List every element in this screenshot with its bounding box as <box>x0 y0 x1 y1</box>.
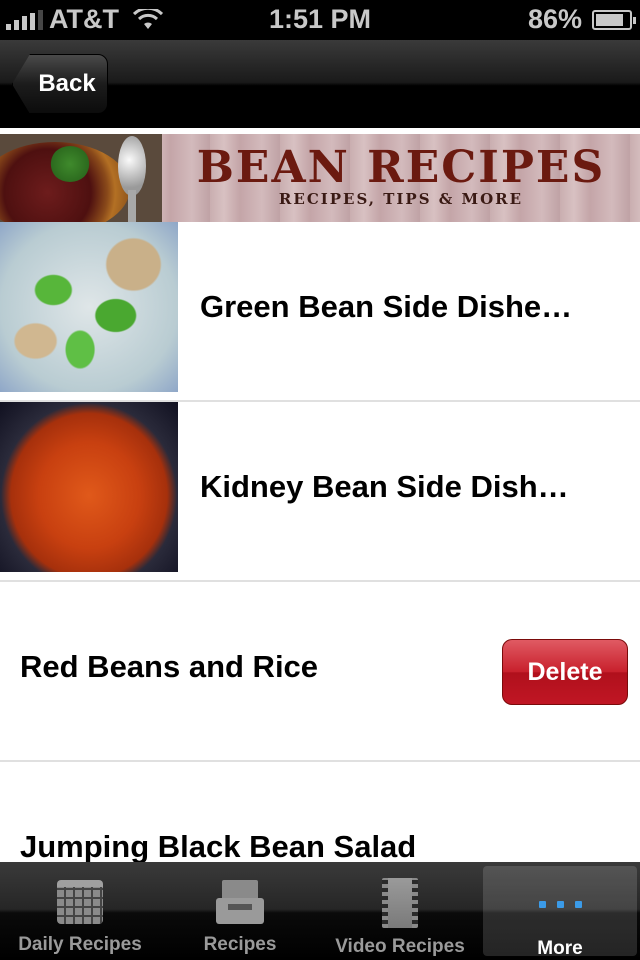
spoon-handle-image <box>128 190 136 222</box>
recipe-list: Green Bean Side Dishe… Kidney Bean Side … <box>0 222 640 942</box>
battery-icon <box>592 9 636 30</box>
film-icon <box>382 878 418 928</box>
tab-bar: Daily Recipes Recipes Video Recipes More <box>0 862 640 960</box>
list-item[interactable]: Kidney Bean Side Dish… <box>0 402 640 582</box>
battery-percent: 86% <box>527 4 582 34</box>
list-item[interactable]: Green Bean Side Dishe… <box>0 222 640 402</box>
kidney-beans-thumbnail <box>0 402 178 572</box>
calendar-icon <box>57 880 103 924</box>
tab-more[interactable]: More <box>483 866 637 959</box>
green-beans-thumbnail <box>0 222 178 392</box>
banner-bowl-photo <box>0 134 162 222</box>
tab-label: Recipes <box>203 934 277 955</box>
status-right: 86% <box>527 4 636 35</box>
list-item[interactable]: Red Beans and Rice Delete <box>0 582 640 762</box>
tray-icon <box>216 880 264 924</box>
herb-garnish-image <box>50 146 90 182</box>
navigation-bar: Back <box>0 40 640 128</box>
tab-label: Daily Recipes <box>18 934 142 955</box>
bean-recipes-banner: BEAN RECIPES RECIPES, TIPS & MORE <box>0 134 640 222</box>
list-item-title: Green Bean Side Dishe… <box>200 289 573 324</box>
more-icon <box>538 878 582 930</box>
banner-subtitle: RECIPES, TIPS & MORE <box>278 190 524 208</box>
tab-label: More <box>537 938 583 959</box>
spoon-image <box>118 136 146 196</box>
status-bar: AT&T 1:51 PM 86% <box>0 0 640 40</box>
back-button[interactable]: Back <box>12 54 108 114</box>
tab-label: Video Recipes <box>335 936 465 957</box>
tab-daily-recipes[interactable]: Daily Recipes <box>3 866 157 956</box>
banner-title: BEAN RECIPES <box>196 142 606 193</box>
delete-button[interactable]: Delete <box>502 639 628 705</box>
tab-recipes[interactable]: Recipes <box>163 866 317 956</box>
tab-video-recipes[interactable]: Video Recipes <box>323 866 477 957</box>
battery-fill <box>596 13 623 26</box>
list-item-title: Kidney Bean Side Dish… <box>200 469 569 504</box>
